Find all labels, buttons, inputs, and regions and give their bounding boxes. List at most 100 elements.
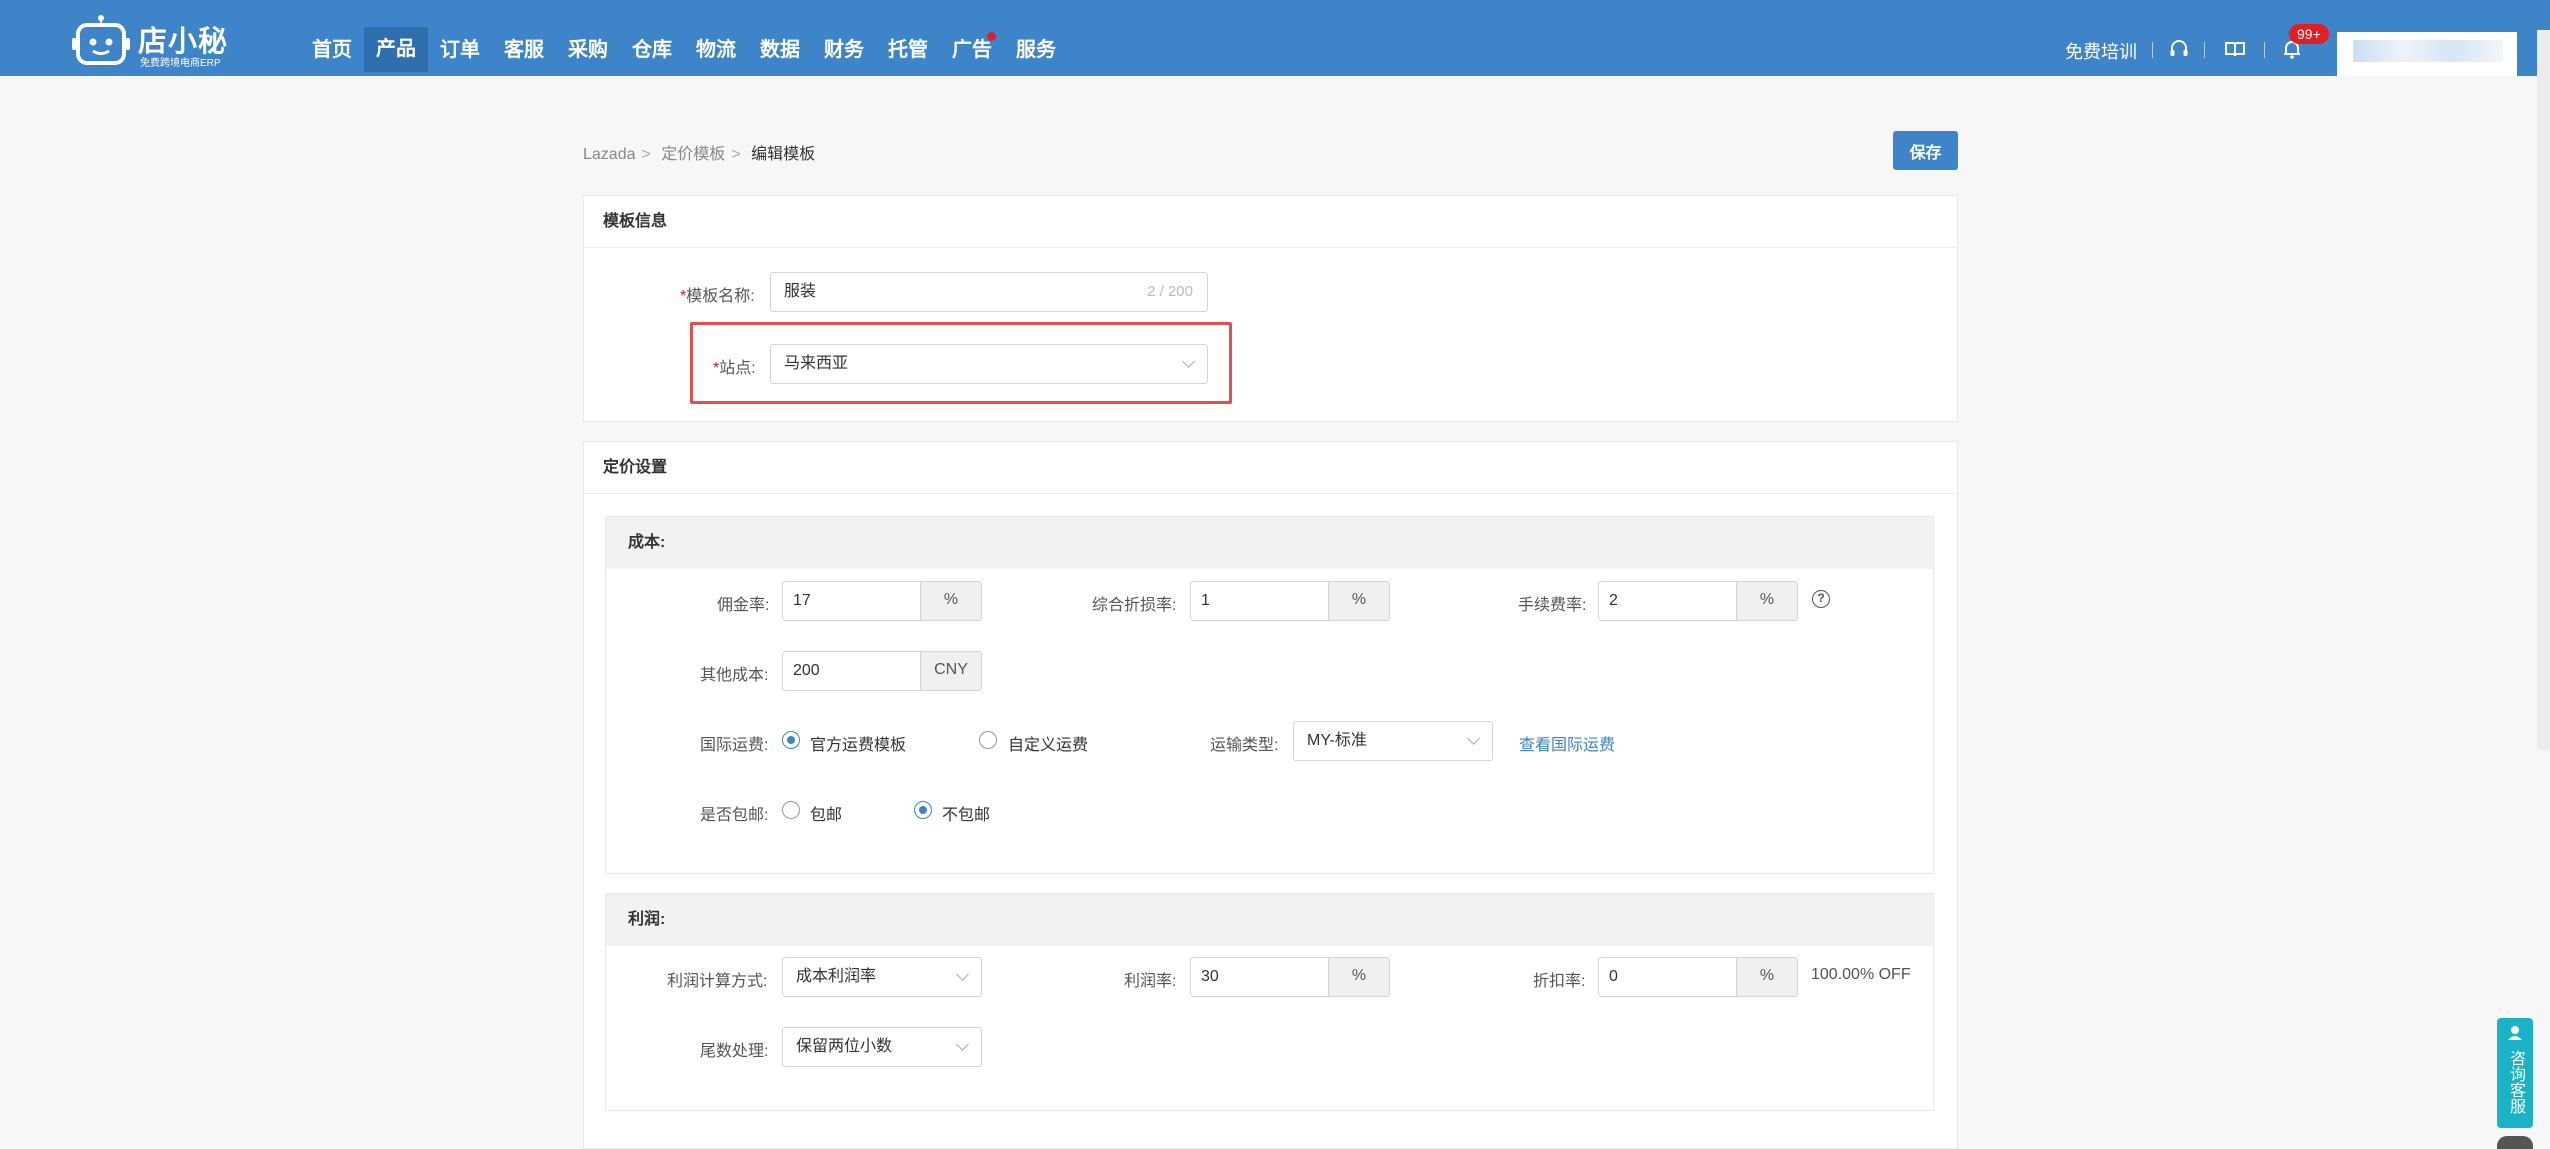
rounding-select[interactable]: 保留两位小数: [782, 1027, 982, 1067]
breadcrumb-pricing-templates[interactable]: 定价模板: [661, 146, 725, 163]
radio-no-free-shipping[interactable]: [914, 801, 932, 819]
profit-rate-field: 30 %: [1190, 957, 1390, 997]
profit-calc-label: 利润计算方式:: [667, 973, 768, 990]
discount-off-text: 100.00% OFF: [1811, 966, 1911, 983]
page-scrollbar[interactable]: [2537, 30, 2550, 750]
free-shipping-option-label[interactable]: 包邮: [810, 801, 842, 825]
nav-item-hosting[interactable]: 托管: [876, 0, 940, 76]
fee-rate-field: 2 %: [1598, 581, 1798, 621]
discount-rate-unit: %: [1736, 957, 1798, 997]
other-cost-label: 其他成本:: [700, 667, 769, 684]
other-cost-unit: CNY: [920, 651, 982, 691]
nav-item-customer-service[interactable]: 客服: [492, 0, 556, 76]
chevron-down-icon: [1467, 732, 1480, 745]
nav-item-home[interactable]: 首页: [300, 0, 364, 76]
other-cost-field: 200 CNY: [782, 651, 982, 691]
template-name-value: 服装: [784, 283, 817, 300]
official-template-label[interactable]: 官方运费模板: [810, 731, 906, 755]
template-name-label-text: 模板名称:: [686, 288, 755, 305]
commission-unit: %: [920, 581, 982, 621]
breadcrumb-separator-icon: >: [641, 146, 651, 163]
radio-custom-shipping[interactable]: [979, 731, 997, 749]
save-button[interactable]: 保存: [1893, 131, 1958, 170]
free-training-link[interactable]: 免费培训: [2065, 38, 2137, 64]
loss-rate-label: 综合折损率:: [1092, 597, 1177, 614]
loss-rate-field: 1 %: [1190, 581, 1390, 621]
loss-rate-unit: %: [1328, 581, 1390, 621]
main-nav: 首页 产品 订单 客服 采购 仓库 物流 数据 财务 托管 广告 服务: [300, 0, 1068, 76]
breadcrumb-current: 编辑模板: [751, 146, 816, 163]
char-counter: 2 / 200: [1147, 283, 1193, 300]
brand-slogan: 免费跨境电商ERP: [140, 58, 221, 69]
support-agent-icon: [2508, 1026, 2522, 1040]
nav-item-data[interactable]: 数据: [748, 0, 812, 76]
nav-item-products[interactable]: 产品: [364, 27, 428, 72]
customer-service-label: 咨询客服: [2507, 1050, 2524, 1114]
discount-rate-input[interactable]: 0: [1598, 957, 1736, 997]
float-secondary-button[interactable]: [2497, 1136, 2533, 1149]
commission-label: 佣金率:: [717, 597, 770, 614]
profit-section-title: 利润:: [606, 894, 1933, 946]
notification-dot: [987, 32, 996, 41]
fee-rate-label: 手续费率:: [1518, 597, 1587, 614]
breadcrumb: Lazada > 定价模板 > 编辑模板: [583, 140, 821, 164]
radio-official-template[interactable]: [782, 731, 800, 749]
nav-item-logistics[interactable]: 物流: [684, 0, 748, 76]
fee-rate-unit: %: [1736, 581, 1798, 621]
nav-item-ads[interactable]: 广告: [940, 0, 1004, 76]
radio-free-shipping[interactable]: [782, 801, 800, 819]
profit-section: 利润:: [605, 893, 1934, 1111]
highlight-box: [690, 322, 1232, 404]
breadcrumb-separator-icon: >: [731, 146, 741, 163]
commission-input[interactable]: 17: [782, 581, 920, 621]
nav-item-purchasing[interactable]: 采购: [556, 0, 620, 76]
brand-logo[interactable]: 店小秘 免费跨境电商ERP: [72, 10, 232, 69]
template-name-label: *模板名称:: [680, 282, 755, 306]
chevron-down-icon: [956, 968, 969, 981]
discount-rate-label: 折扣率:: [1533, 973, 1586, 990]
nav-item-ads-label: 广告: [952, 39, 992, 61]
notification-badge: 99+: [2289, 24, 2329, 44]
nav-item-finance[interactable]: 财务: [812, 0, 876, 76]
cost-section-title: 成本:: [606, 517, 1933, 569]
profit-calc-select[interactable]: 成本利润率: [782, 957, 982, 997]
commission-field: 17 %: [782, 581, 982, 621]
discount-rate-field: 0 %: [1598, 957, 1798, 997]
custom-shipping-label[interactable]: 自定义运费: [1008, 731, 1088, 755]
divider: [2152, 42, 2153, 58]
fee-rate-input[interactable]: 2: [1598, 581, 1736, 621]
cost-section: 成本:: [605, 516, 1934, 874]
rounding-value: 保留两位小数: [796, 1038, 893, 1055]
no-free-shipping-option-label[interactable]: 不包邮: [942, 801, 990, 825]
profit-calc-value: 成本利润率: [796, 968, 877, 985]
book-icon[interactable]: [2224, 38, 2246, 60]
profit-rate-unit: %: [1328, 957, 1390, 997]
chevron-down-icon: [956, 1038, 969, 1051]
breadcrumb-lazada[interactable]: Lazada: [583, 146, 636, 163]
loss-rate-input[interactable]: 1: [1190, 581, 1328, 621]
template-info-title: 模板信息: [584, 196, 1957, 248]
view-intl-shipping-link[interactable]: 查看国际运费: [1519, 731, 1615, 755]
headset-icon[interactable]: [2168, 38, 2190, 60]
customer-service-float-button[interactable]: 咨询客服: [2497, 1018, 2533, 1128]
template-name-input[interactable]: 服装 2 / 200: [770, 272, 1208, 312]
pricing-settings-title: 定价设置: [584, 442, 1957, 494]
user-account-menu[interactable]: [2337, 32, 2517, 76]
rounding-label: 尾数处理:: [700, 1043, 769, 1060]
top-navbar: 店小秘 免费跨境电商ERP 首页 产品 订单 客服 采购 仓库 物流 数据 财务…: [0, 0, 2550, 76]
intl-shipping-label: 国际运费:: [700, 737, 769, 754]
robot-logo-icon: [72, 15, 130, 65]
shipping-type-select[interactable]: MY-标准: [1293, 721, 1493, 761]
profit-rate-label: 利润率:: [1124, 973, 1177, 990]
blurred-username: [2353, 40, 2503, 62]
free-shipping-label: 是否包邮:: [700, 807, 769, 824]
profit-rate-input[interactable]: 30: [1190, 957, 1328, 997]
help-icon[interactable]: ?: [1812, 590, 1830, 608]
other-cost-input[interactable]: 200: [782, 651, 920, 691]
shipping-type-label: 运输类型:: [1210, 737, 1279, 754]
nav-item-orders[interactable]: 订单: [428, 0, 492, 76]
nav-item-warehouse[interactable]: 仓库: [620, 0, 684, 76]
divider: [2264, 42, 2265, 58]
nav-item-services[interactable]: 服务: [1004, 0, 1068, 76]
shipping-type-value: MY-标准: [1307, 732, 1367, 749]
